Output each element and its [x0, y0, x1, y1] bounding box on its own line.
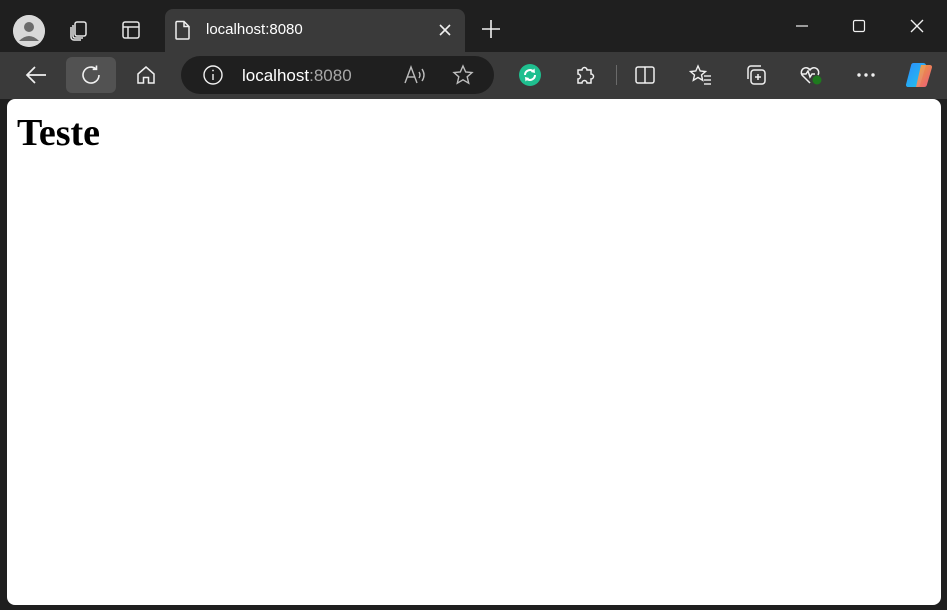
read-aloud-icon[interactable]: [403, 65, 427, 85]
page-heading: Teste: [17, 112, 101, 154]
refresh-icon[interactable]: [66, 57, 116, 93]
info-icon[interactable]: [202, 64, 224, 86]
address-bar[interactable]: localhost:8080: [181, 56, 494, 94]
favorites-list-icon[interactable]: [681, 57, 721, 93]
address-port: :8080: [309, 66, 352, 85]
close-window-icon[interactable]: [889, 10, 945, 42]
maximize-icon[interactable]: [831, 10, 887, 42]
toolbar-separator: [616, 65, 617, 85]
copilot-icon[interactable]: [899, 57, 939, 93]
split-screen-icon[interactable]: [625, 57, 665, 93]
more-dots-icon[interactable]: [846, 57, 886, 93]
heart-pulse-icon[interactable]: [791, 57, 831, 93]
tab-localhost[interactable]: localhost:8080: [165, 9, 465, 52]
page-viewport: Teste: [7, 99, 941, 605]
back-arrow-icon[interactable]: [16, 57, 56, 93]
plus-icon[interactable]: [478, 16, 504, 42]
puzzle-icon[interactable]: [565, 57, 605, 93]
collections-icon[interactable]: [736, 57, 776, 93]
address-text: localhost:8080: [242, 66, 352, 86]
tab-title: localhost:8080: [206, 21, 303, 38]
tab-strip: localhost:8080: [0, 0, 947, 52]
browser-window: localhost:8080 localhost:8080 Teste: [0, 0, 947, 610]
workspaces-icon[interactable]: [61, 12, 97, 48]
close-icon[interactable]: [435, 20, 455, 40]
sync-extension-icon[interactable]: [510, 57, 550, 93]
page-icon: [174, 20, 192, 40]
minimize-icon[interactable]: [774, 10, 830, 42]
profile-avatar-icon[interactable]: [13, 15, 45, 47]
address-host: localhost: [242, 66, 310, 85]
star-icon[interactable]: [452, 64, 474, 86]
toolbar: localhost:8080: [0, 52, 947, 99]
tab-actions-icon[interactable]: [113, 12, 149, 48]
home-icon[interactable]: [126, 57, 166, 93]
